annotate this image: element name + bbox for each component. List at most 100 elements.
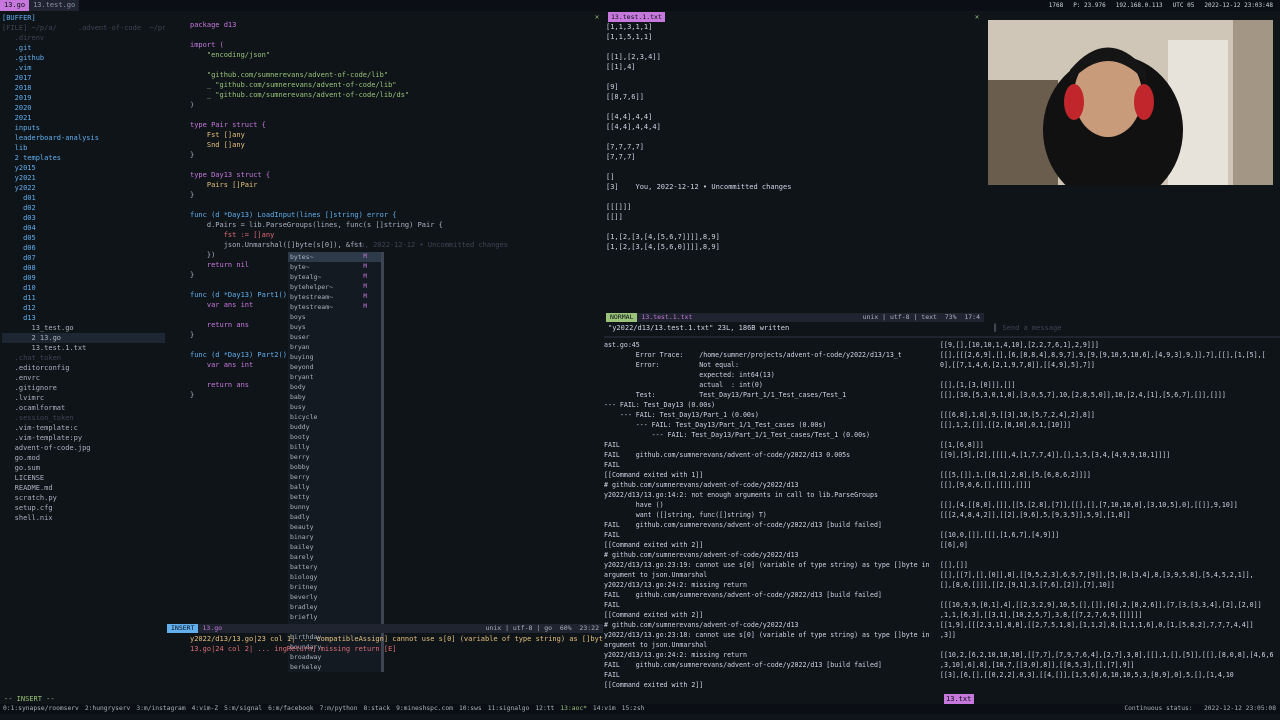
txt-line[interactable]: [9] bbox=[606, 82, 984, 92]
workspace-item[interactable]: 0:1:synapse/roomserv bbox=[0, 704, 82, 714]
workspace-item[interactable]: 2:hungryserv bbox=[82, 704, 134, 714]
code-line[interactable]: ) bbox=[190, 100, 600, 110]
tree-item[interactable]: .vim-template:c bbox=[2, 423, 165, 433]
tree-item[interactable]: .gitignore bbox=[2, 383, 165, 393]
completion-item[interactable]: bryant bbox=[288, 372, 381, 382]
tree-item[interactable]: leaderboard-analysis bbox=[2, 133, 165, 143]
code-line[interactable] bbox=[190, 60, 600, 70]
workspace-item[interactable]: 7:m/python bbox=[317, 704, 361, 714]
tree-item[interactable]: 13_test.go bbox=[2, 323, 165, 333]
tree-item[interactable]: setup.cfg bbox=[2, 503, 165, 513]
tree-item[interactable]: go.mod bbox=[2, 453, 165, 463]
tree-item[interactable]: d08 bbox=[2, 263, 165, 273]
txt-line[interactable]: [7,7,7,7] bbox=[606, 142, 984, 152]
code-line[interactable]: } bbox=[190, 330, 600, 340]
txt-line[interactable]: [] bbox=[606, 172, 984, 182]
tree-item[interactable]: .session_token bbox=[2, 413, 165, 423]
tree-item[interactable]: 2018 bbox=[2, 83, 165, 93]
close-icon[interactable]: ✕ bbox=[592, 12, 602, 22]
tree-item[interactable]: LICENSE bbox=[2, 473, 165, 483]
tree-item[interactable]: .git bbox=[2, 43, 165, 53]
tree-item[interactable]: lib bbox=[2, 143, 165, 153]
txt-line[interactable] bbox=[606, 192, 984, 202]
completion-item[interactable]: berry bbox=[288, 472, 381, 482]
tree-item[interactable]: d09 bbox=[2, 273, 165, 283]
tree-item[interactable]: 2 13.go bbox=[2, 333, 165, 343]
tree-item[interactable]: README.md bbox=[2, 483, 165, 493]
tree-item[interactable]: d03 bbox=[2, 213, 165, 223]
code-line[interactable]: return ans bbox=[190, 320, 600, 330]
code-line[interactable]: return ans bbox=[190, 380, 600, 390]
completion-item[interactable]: battery bbox=[288, 562, 381, 572]
workspace-item[interactable]: 13:aoc* bbox=[557, 704, 590, 714]
tree-item[interactable]: y2021 bbox=[2, 173, 165, 183]
code-line[interactable] bbox=[190, 370, 600, 380]
completion-item[interactable]: bytestream~ M bbox=[288, 302, 381, 312]
tree-item[interactable]: d01 bbox=[2, 193, 165, 203]
tree-item[interactable]: 2 templates bbox=[2, 153, 165, 163]
tree-item[interactable]: shell.nix bbox=[2, 513, 165, 523]
completion-item[interactable]: bailey bbox=[288, 542, 381, 552]
code-line[interactable]: Fst []any bbox=[190, 130, 600, 140]
completion-item[interactable]: bicycle bbox=[288, 412, 381, 422]
workspace-item[interactable]: 4:vim-Z bbox=[189, 704, 222, 714]
workspace-item[interactable]: 11:signalgo bbox=[485, 704, 533, 714]
tree-item[interactable]: 2019 bbox=[2, 93, 165, 103]
workspace-item[interactable]: 12:tt bbox=[532, 704, 557, 714]
txt-line[interactable]: [[8,7,6]] bbox=[606, 92, 984, 102]
tree-item[interactable]: .direnv bbox=[2, 33, 165, 43]
tree-item[interactable]: .vim bbox=[2, 63, 165, 73]
txt-line[interactable]: [1,[2,[3,[4,[5,6,7]]]],8,9] bbox=[606, 232, 984, 242]
code-line[interactable]: var ans int bbox=[190, 360, 600, 370]
completion-item[interactable]: boys bbox=[288, 312, 381, 322]
code-lines[interactable]: package d13 import ( "encoding/json" "gi… bbox=[190, 20, 600, 400]
tree-item[interactable]: d02 bbox=[2, 203, 165, 213]
completion-item[interactable]: baby bbox=[288, 392, 381, 402]
completion-item[interactable]: buddy bbox=[288, 422, 381, 432]
tree-item[interactable]: .vim-template:py bbox=[2, 433, 165, 443]
txt-line[interactable]: [[1],[2,3,4]] bbox=[606, 52, 984, 62]
tree-item[interactable]: advent-of-code.jpg bbox=[2, 443, 165, 453]
workspace-item[interactable]: 6:m/facebook bbox=[265, 704, 317, 714]
code-line[interactable]: return nil bbox=[190, 260, 600, 270]
txt-line[interactable] bbox=[606, 42, 984, 52]
tree-item[interactable]: .editorconfig bbox=[2, 363, 165, 373]
txt-line[interactable] bbox=[606, 162, 984, 172]
tree-item[interactable]: y2022 bbox=[2, 183, 165, 193]
code-line[interactable]: } bbox=[190, 190, 600, 200]
workspace-item[interactable]: 9:mineshspc.com bbox=[393, 704, 456, 714]
buffer-tab[interactable]: 13.test.go bbox=[29, 0, 80, 11]
tree-item[interactable]: d06 bbox=[2, 243, 165, 253]
code-line[interactable]: } bbox=[190, 390, 600, 400]
code-line[interactable]: } bbox=[190, 150, 600, 160]
workspace-item[interactable]: 15:zsh bbox=[619, 704, 648, 714]
completion-item[interactable]: beyond bbox=[288, 362, 381, 372]
message-prompt[interactable]: ▌ Send a message bbox=[994, 323, 1274, 333]
completion-item[interactable]: billy bbox=[288, 442, 381, 452]
txt-tab[interactable]: 13.test.1.txt bbox=[608, 12, 665, 22]
tree-item[interactable]: d05 bbox=[2, 233, 165, 243]
txt-line[interactable] bbox=[606, 222, 984, 232]
tree-item[interactable]: .lvimrc bbox=[2, 393, 165, 403]
code-line[interactable]: func (d *Day13) Part1() int { bbox=[190, 290, 600, 300]
txt-line[interactable]: [1,[2,[3,[4,[5,6,0]]]],8,9] bbox=[606, 242, 984, 252]
diagnostic-item[interactable]: y2022/d13/13.go|23 col 1| ... compatible… bbox=[190, 634, 603, 644]
txt-line[interactable] bbox=[606, 102, 984, 112]
completion-item[interactable]: bradley bbox=[288, 602, 381, 612]
completion-item[interactable]: betty bbox=[288, 492, 381, 502]
completion-item[interactable]: byte~ M bbox=[288, 262, 381, 272]
code-line[interactable]: var ans int bbox=[190, 300, 600, 310]
txt-line[interactable]: [1,1,3,1,1] bbox=[606, 22, 984, 32]
code-line[interactable]: package d13 bbox=[190, 20, 600, 30]
code-line[interactable]: }) bbox=[190, 250, 600, 260]
tree-item[interactable]: [FILE] ~/p/a/ .advent-of-code ~/proje bbox=[2, 23, 165, 33]
code-line[interactable]: "encoding/json" bbox=[190, 50, 600, 60]
txt-line[interactable]: [[4,4],4,4] bbox=[606, 112, 984, 122]
file-tree[interactable]: [BUFFER] [FILE] ~/p/a/ .advent-of-code ~/… bbox=[0, 11, 165, 691]
completion-item[interactable]: buys bbox=[288, 322, 381, 332]
tree-item[interactable]: 2017 bbox=[2, 73, 165, 83]
workspace-item[interactable]: 10:sws bbox=[456, 704, 485, 714]
tree-item[interactable]: .github bbox=[2, 53, 165, 63]
code-line[interactable] bbox=[190, 280, 600, 290]
code-line[interactable]: fst := []any bbox=[190, 230, 600, 240]
